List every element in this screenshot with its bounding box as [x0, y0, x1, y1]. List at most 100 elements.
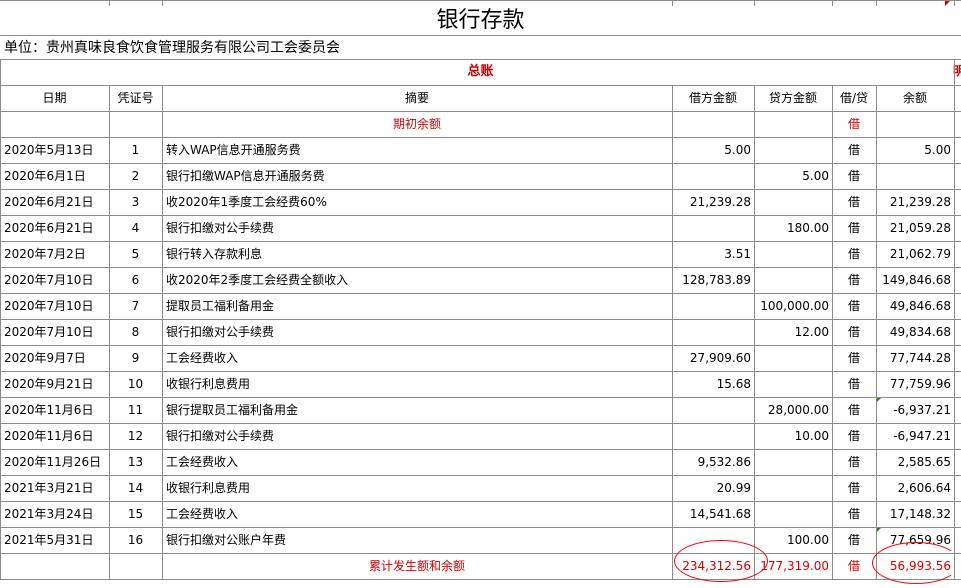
grid-hline: [0, 293, 961, 294]
ledger-title: 总账: [467, 64, 494, 79]
direction-cell: 借: [847, 429, 860, 443]
grid-hline: [0, 163, 961, 164]
header-summary: 摘要: [404, 91, 429, 105]
date-cell: 2021年3月24日: [4, 507, 94, 521]
date-cell: 2020年11月6日: [4, 403, 94, 417]
opening-direction: 借: [847, 117, 860, 131]
grid-hline: [0, 215, 961, 216]
summary-cell: 收2020年1季度工会经费60%: [166, 195, 327, 209]
direction-cell: 借: [847, 247, 860, 261]
summary-cell: 工会经费收入: [166, 455, 239, 469]
summary-cell: 工会经费收入: [166, 351, 239, 365]
voucher-cell: 11: [127, 403, 144, 417]
total-summary: 累计发生额和余额: [368, 559, 465, 573]
debit-cell: 20.99: [716, 481, 751, 495]
date-cell: 2020年11月6日: [4, 429, 94, 443]
grid-hline: [0, 449, 961, 450]
summary-cell: 收银行利息费用: [166, 481, 251, 495]
grid-hline: [0, 137, 961, 138]
grid-hline: [0, 0, 961, 1]
summary-cell: 提取员工福利备用金: [166, 299, 275, 313]
voucher-cell: 14: [127, 481, 144, 495]
credit-cell: [754, 241, 832, 267]
summary-cell: 银行扣缴对公账户年费: [166, 533, 287, 547]
debit-cell: 14,541.68: [689, 507, 751, 521]
credit-cell: 10.00: [794, 429, 829, 443]
voucher-cell: 2: [131, 169, 140, 183]
grid-vline-top: [754, 0, 755, 6]
grid-hline: [0, 423, 961, 424]
grid-hline: [0, 241, 961, 242]
annotation-circle-debit: [674, 540, 768, 582]
voucher-cell: 6: [131, 273, 140, 287]
grid-hline: [0, 85, 961, 86]
direction-cell: 借: [847, 481, 860, 495]
grid-hline: [0, 397, 961, 398]
date-cell: 2020年6月21日: [4, 221, 94, 235]
summary-cell: 收银行利息费用: [166, 377, 251, 391]
grid-hline: [0, 319, 961, 320]
debit-cell: 9,532.86: [697, 455, 751, 469]
direction-cell: 借: [847, 273, 860, 287]
debit-cell: [672, 319, 754, 345]
opening-summary: 期初余额: [392, 117, 441, 131]
balance-cell: 49,846.68: [889, 299, 951, 313]
date-cell: 2020年6月21日: [4, 195, 94, 209]
summary-cell: 银行扣缴对公手续费: [166, 221, 275, 235]
summary-cell: 银行提取员工福利备用金: [166, 403, 299, 417]
summary-cell: 银行扣缴对公手续费: [166, 325, 275, 339]
summary-cell: 收2020年2季度工会经费全额收入: [166, 273, 349, 287]
direction-cell: 借: [847, 533, 860, 547]
credit-cell: [754, 501, 832, 527]
voucher-cell: 15: [127, 507, 144, 521]
debit-cell: [672, 293, 754, 319]
balance-cell: 77,744.28: [889, 351, 951, 365]
voucher-cell: 16: [127, 533, 144, 547]
date-cell: 2021年3月21日: [4, 481, 94, 495]
balance-cell: 77,759.96: [889, 377, 951, 391]
direction-cell: 借: [847, 299, 860, 313]
grid-hline: [0, 553, 961, 554]
grid-hline: [0, 527, 961, 528]
credit-cell: [754, 345, 832, 371]
direction-cell: 借: [847, 169, 860, 183]
spreadsheet: 银行存款 单位：贵州真味良食饮食管理服务有限公司工会委员会 总账 明 日期 凭证…: [0, 0, 961, 588]
header-debit: 借方金额: [688, 91, 737, 105]
total-direction: 借: [847, 559, 860, 573]
balance-cell: 21,239.28: [889, 195, 951, 209]
date-cell: 2020年7月10日: [4, 325, 94, 339]
direction-cell: 借: [847, 325, 860, 339]
grid-hline: [0, 111, 961, 112]
summary-cell: 银行扣缴WAP信息开通服务费: [166, 169, 325, 183]
header-direction: 借/贷: [839, 91, 869, 105]
header-voucher: 凭证号: [117, 91, 154, 105]
direction-cell: 借: [847, 221, 860, 235]
date-cell: 2020年9月21日: [4, 377, 94, 391]
header-date: 日期: [42, 91, 67, 105]
balance-cell: [876, 163, 954, 189]
date-cell: 2020年9月7日: [4, 351, 86, 365]
grid-vline-edge: [954, 59, 955, 85]
credit-cell: 100,000.00: [760, 299, 829, 313]
credit-cell: [754, 449, 832, 475]
direction-cell: 借: [847, 351, 860, 365]
credit-cell: [754, 137, 832, 163]
credit-cell: [754, 189, 832, 215]
debit-cell: 128,783.89: [682, 273, 751, 287]
direction-cell: 借: [847, 455, 860, 469]
balance-cell: 149,846.68: [882, 273, 951, 287]
balance-cell: -6,937.21: [893, 403, 951, 417]
grid-vline-left: [0, 59, 1, 579]
grid-hline: [0, 579, 961, 580]
balance-cell: 21,059.28: [889, 221, 951, 235]
grid-hline: [0, 189, 961, 190]
grid-hline: [0, 267, 961, 268]
grid-vline: [754, 85, 755, 579]
credit-cell: [754, 371, 832, 397]
grid-hline: [0, 59, 961, 60]
grid-hline: [0, 371, 961, 372]
credit-cell: [754, 475, 832, 501]
voucher-cell: 9: [131, 351, 140, 365]
voucher-cell: 3: [131, 195, 140, 209]
credit-cell: 12.00: [794, 325, 829, 339]
